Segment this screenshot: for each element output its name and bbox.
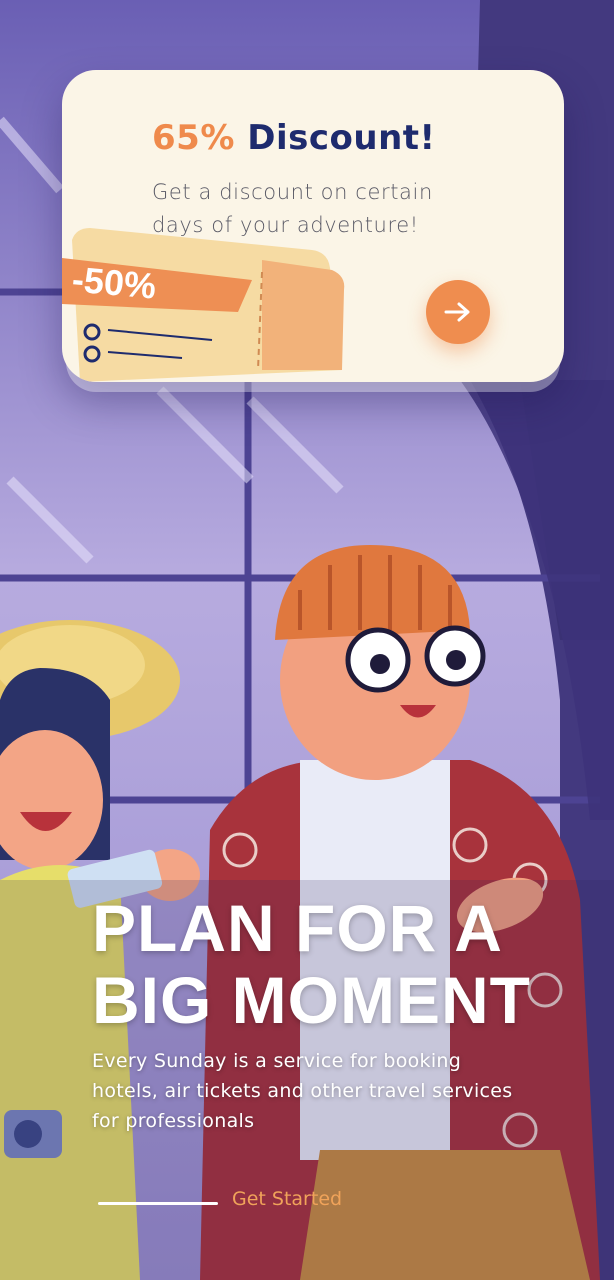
discount-next-button[interactable]	[426, 280, 490, 344]
discount-percent: 65%	[152, 118, 235, 158]
discount-card[interactable]: 65% Discount! Get a discount on certain …	[62, 70, 564, 382]
discount-title: 65% Discount!	[152, 118, 436, 158]
get-started-button[interactable]: Get Started	[232, 1188, 342, 1210]
hero-title-line-2: BIG MOMENT	[92, 963, 531, 1037]
ticket-discount-tag: -50%	[70, 258, 158, 307]
discount-word: Discount!	[247, 118, 436, 158]
hero-title: PLAN FOR A BIG MOMENT	[92, 892, 592, 1036]
arrow-right-icon	[444, 302, 470, 322]
onboarding-progress-indicator	[98, 1202, 218, 1205]
hero-title-line-1: PLAN FOR A	[92, 891, 503, 965]
hero-description: Every Sunday is a service for booking ho…	[92, 1050, 513, 1132]
